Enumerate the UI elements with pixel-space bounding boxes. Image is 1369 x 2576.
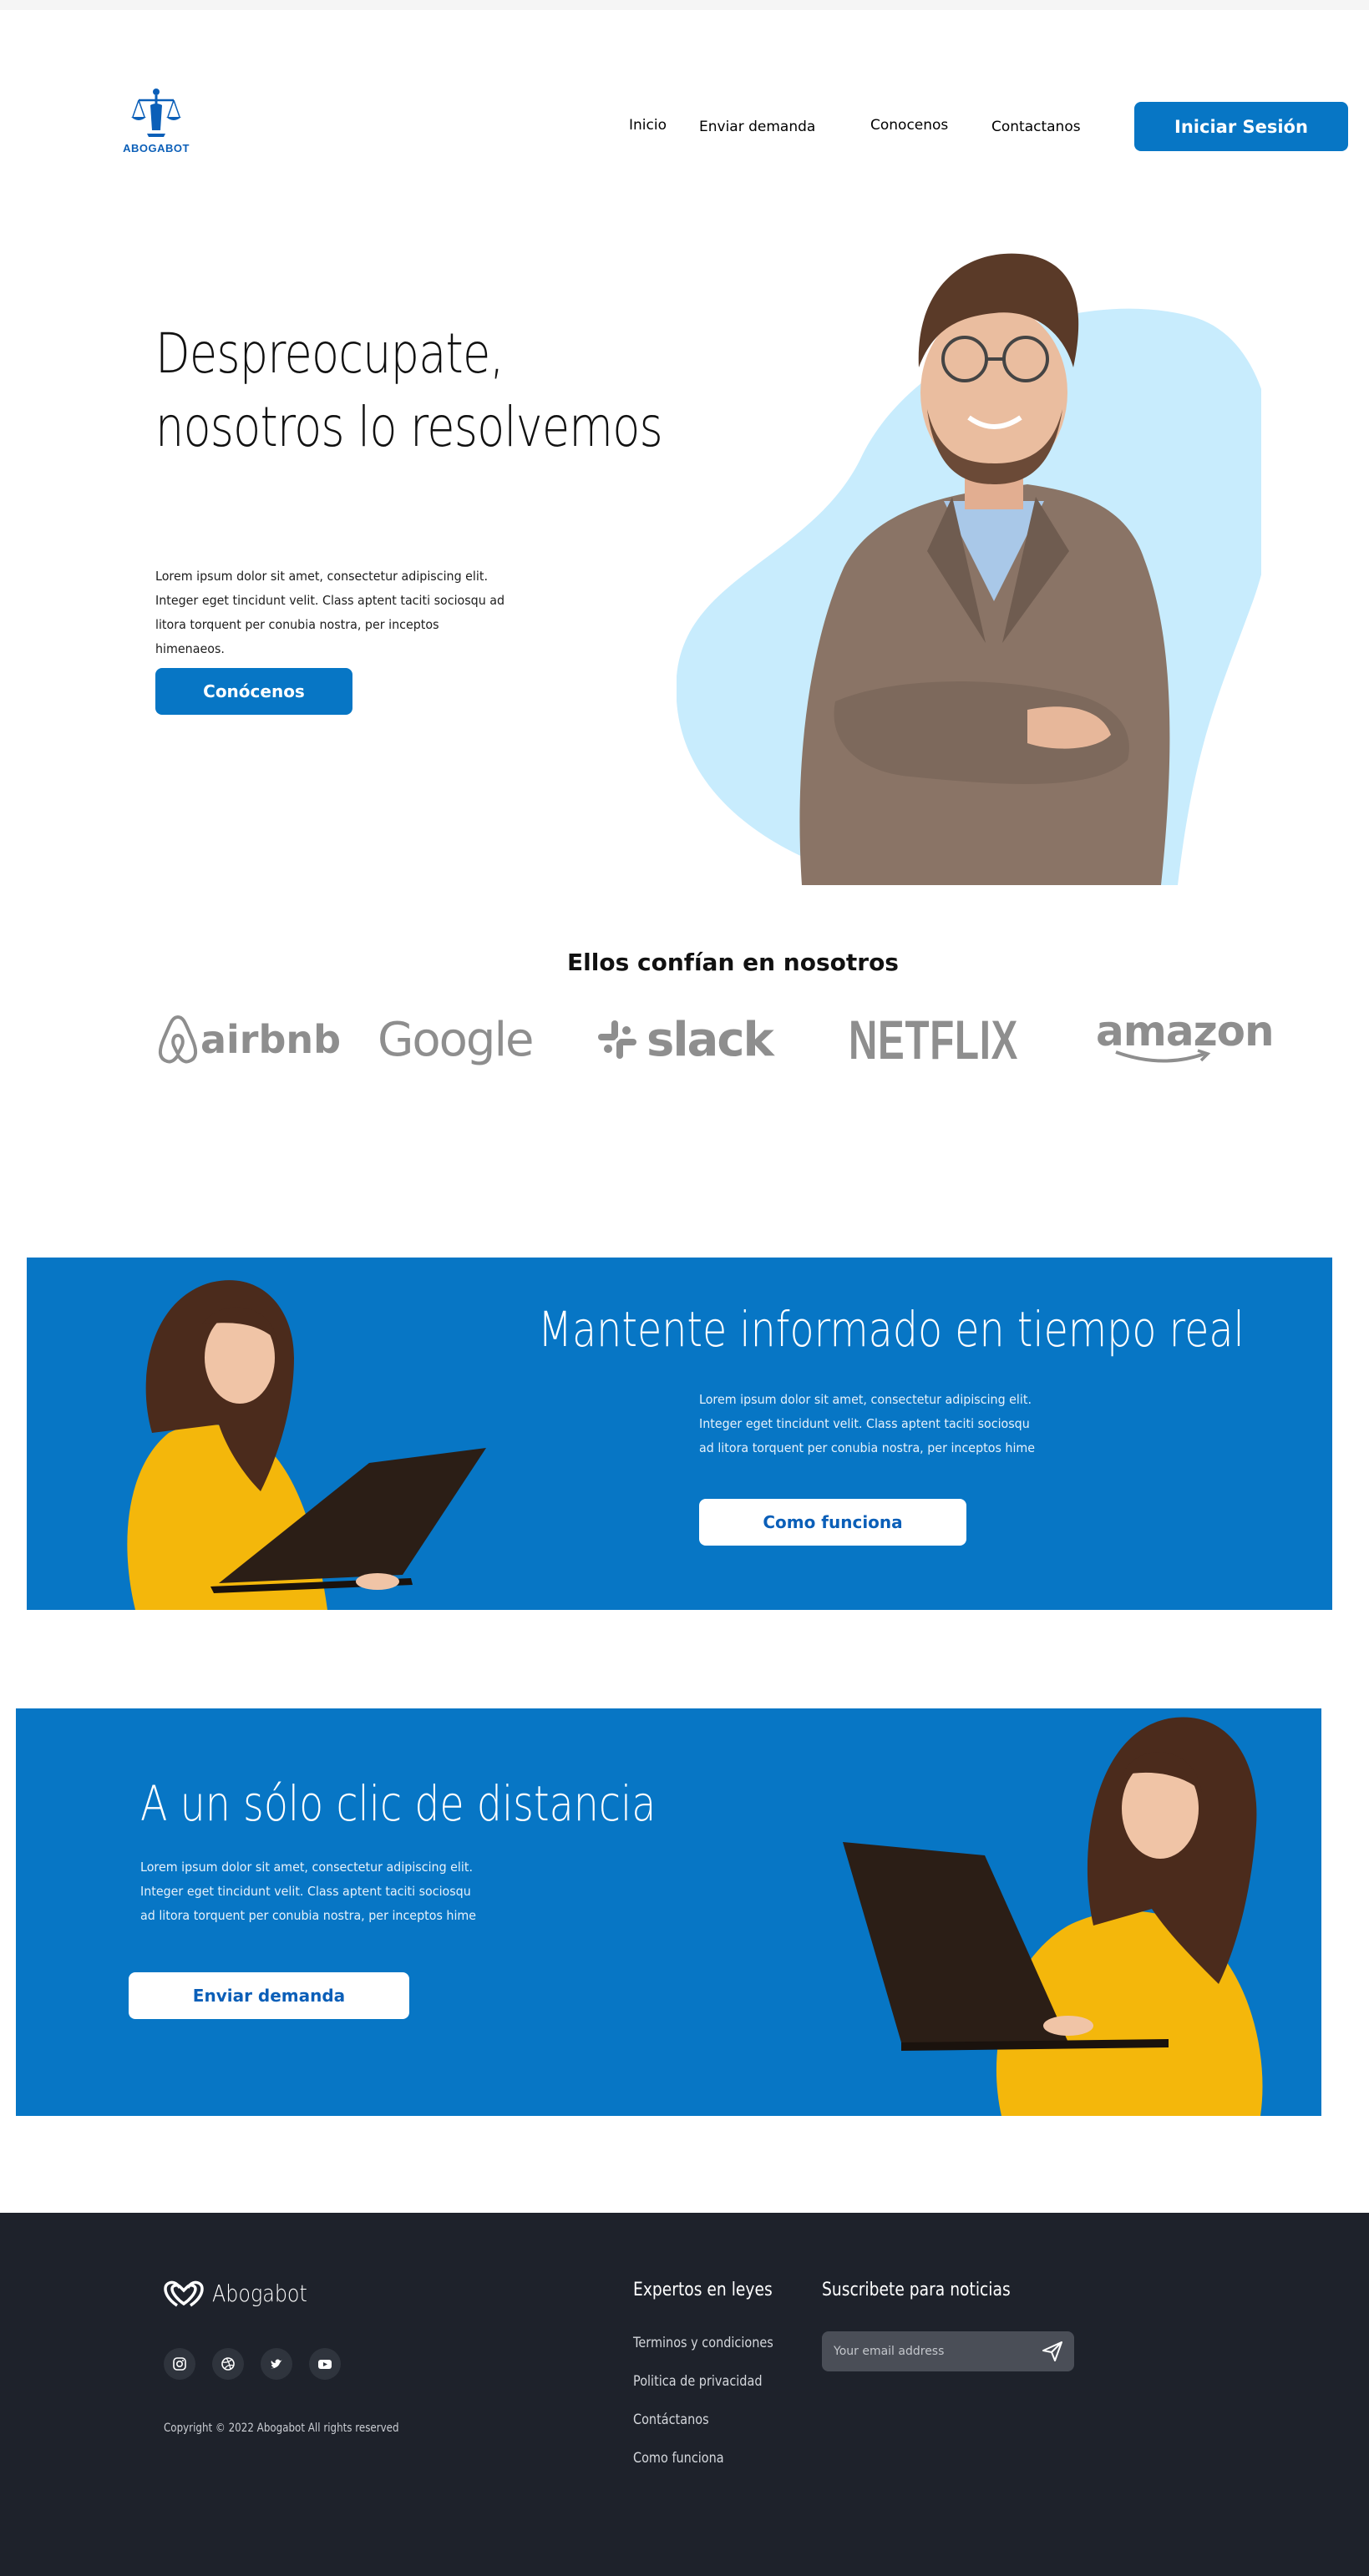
slack-icon bbox=[598, 1020, 636, 1059]
airbnb-wordmark: airbnb bbox=[200, 1017, 342, 1062]
slack-wordmark: slack bbox=[646, 1012, 774, 1067]
nav-enviar-demanda[interactable]: Enviar demanda bbox=[699, 119, 815, 135]
footer-col-title-suscribete: Suscribete para noticias bbox=[822, 2280, 1011, 2300]
footer-brand: Abogabot bbox=[212, 2280, 307, 2307]
hero-body: Lorem ipsum dolor sit amet, consectetur … bbox=[155, 569, 505, 656]
login-button[interactable]: Iniciar Sesión bbox=[1134, 102, 1348, 151]
slack-logo: slack bbox=[593, 1010, 774, 1069]
footer-col-title-expertos: Expertos en leyes bbox=[633, 2280, 773, 2300]
footer-link-privacidad[interactable]: Politica de privacidad bbox=[633, 2373, 763, 2390]
twitter-icon[interactable] bbox=[261, 2348, 292, 2380]
clic-banner: A un sólo clic de distancia Lorem ipsum … bbox=[16, 1708, 1321, 2116]
woman-laptop-image-2 bbox=[843, 1717, 1263, 2116]
youtube-icon[interactable] bbox=[309, 2348, 341, 2380]
amazon-logo: amazon bbox=[1096, 1002, 1275, 1063]
abogabot-heart-icon bbox=[164, 2280, 204, 2306]
band2-title: A un sólo clic de distancia bbox=[140, 1775, 657, 1832]
hero-man-image bbox=[677, 253, 1261, 885]
email-input[interactable] bbox=[834, 2331, 1026, 2371]
airbnb-icon bbox=[158, 1015, 198, 1064]
airbnb-logo: airbnb bbox=[155, 1010, 341, 1069]
instagram-icon[interactable] bbox=[164, 2348, 195, 2380]
logo[interactable]: ABOGABOT bbox=[122, 87, 190, 154]
footer-link-como-funciona[interactable]: Como funciona bbox=[633, 2450, 724, 2467]
footer-link-terminos[interactable]: Terminos y condiciones bbox=[633, 2335, 773, 2351]
hero-title: Despreocupate, nosotros lo resolvemos bbox=[155, 317, 717, 464]
informado-banner: Mantente informado en tiempo real Lorem … bbox=[27, 1258, 1332, 1610]
logo-text: ABOGABOT bbox=[123, 142, 190, 154]
conocenos-button[interactable]: Conócenos bbox=[155, 668, 352, 715]
woman-laptop-image bbox=[127, 1280, 486, 1610]
send-icon[interactable] bbox=[1037, 2336, 1067, 2366]
enviar-demanda-button[interactable]: Enviar demanda bbox=[129, 1972, 409, 2019]
hero-title-line2: nosotros lo resolvemos bbox=[155, 395, 663, 459]
nav-contactanos[interactable]: Contactanos bbox=[991, 119, 1081, 135]
scales-of-justice-icon bbox=[131, 89, 181, 137]
dribbble-icon[interactable] bbox=[212, 2348, 244, 2380]
google-logo: Google bbox=[378, 1012, 534, 1067]
hero-title-line1: Despreocupate, bbox=[155, 321, 505, 386]
copyright: Copyright © 2022 Abogabot All rights res… bbox=[164, 2422, 399, 2435]
trust-title: Ellos confían en nosotros bbox=[567, 949, 899, 976]
band1-title: Mantente informado en tiempo real bbox=[538, 1301, 1245, 1358]
amazon-smile-icon bbox=[1115, 1049, 1211, 1063]
netflix-logo: NETFLIX bbox=[849, 1009, 1019, 1070]
como-funciona-button[interactable]: Como funciona bbox=[699, 1499, 966, 1546]
laptop bbox=[843, 1842, 1068, 2042]
newsletter-form bbox=[822, 2331, 1074, 2371]
social-links bbox=[164, 2348, 341, 2380]
top-strip bbox=[0, 0, 1369, 10]
nav-conocenos[interactable]: Conocenos bbox=[870, 117, 948, 134]
band2-body: Lorem ipsum dolor sit amet, consectetur … bbox=[140, 1860, 477, 1923]
footer-logo[interactable]: Abogabot bbox=[164, 2280, 324, 2307]
footer-link-contactanos[interactable]: Contáctanos bbox=[633, 2412, 709, 2428]
footer: Abogabot Copyright © 2022 Abogabot All r… bbox=[0, 2213, 1369, 2576]
band1-body: Lorem ipsum dolor sit amet, consectetur … bbox=[699, 1392, 1036, 1455]
nav-inicio[interactable]: Inicio bbox=[629, 117, 667, 134]
